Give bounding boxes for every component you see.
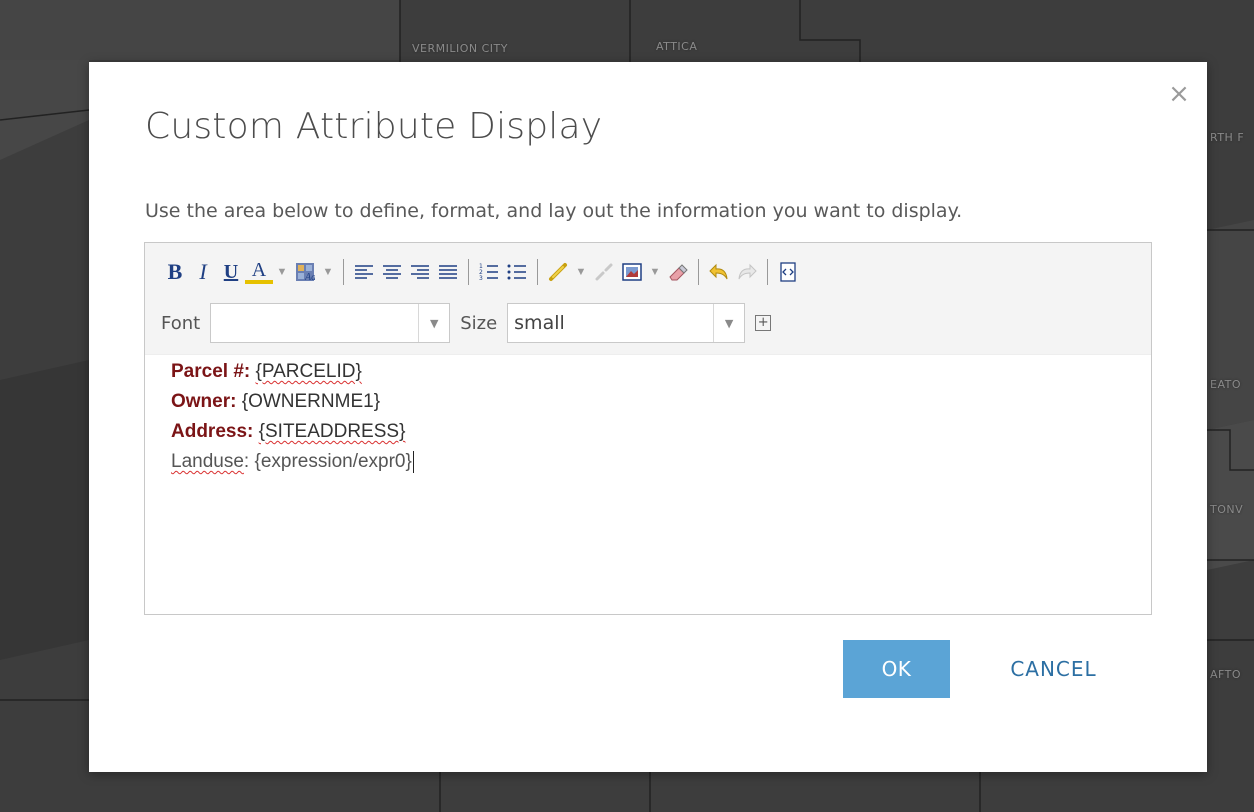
font-value bbox=[211, 304, 418, 342]
map-label: EATO bbox=[1210, 378, 1241, 391]
align-right-icon[interactable] bbox=[406, 259, 434, 285]
custom-attribute-dialog: × Custom Attribute Display Use the area … bbox=[89, 62, 1207, 772]
svg-text:3: 3 bbox=[479, 275, 483, 281]
redo-icon[interactable] bbox=[733, 259, 761, 285]
field-label: Parcel #: bbox=[171, 361, 251, 382]
align-justify-icon[interactable] bbox=[434, 259, 462, 285]
toolbar-separator bbox=[767, 259, 768, 285]
content-line: Address: {SITEADDRESS} bbox=[171, 417, 1141, 447]
link-dropdown-icon[interactable]: ▼ bbox=[572, 259, 590, 285]
font-select[interactable]: ▼ bbox=[210, 303, 451, 343]
editor-toolbar: B I U A ▼ Aa ▼ 1 2 3 ▼ ▼ Font ▼ Size sma… bbox=[145, 243, 1151, 355]
size-label: Size bbox=[460, 312, 498, 334]
field-label: Owner: bbox=[171, 391, 237, 412]
numbered-list-icon[interactable]: 123 bbox=[475, 259, 503, 285]
content-line: Landuse: {expression/expr0} bbox=[171, 447, 1141, 477]
font-label: Font bbox=[161, 312, 201, 334]
image-dropdown-icon[interactable]: ▼ bbox=[646, 259, 664, 285]
dialog-title: Custom Attribute Display bbox=[145, 106, 603, 147]
highlight-dropdown-icon[interactable]: ▼ bbox=[319, 259, 337, 285]
toolbar-separator bbox=[468, 259, 469, 285]
toolbar-separator bbox=[537, 259, 538, 285]
bold-icon[interactable]: B bbox=[161, 259, 189, 285]
chevron-down-icon[interactable]: ▼ bbox=[418, 304, 449, 342]
highlight-icon[interactable]: Aa bbox=[291, 259, 319, 285]
field-token: {expression/expr0} bbox=[254, 451, 412, 472]
toolbar-separator bbox=[343, 259, 344, 285]
insert-image-icon[interactable] bbox=[618, 259, 646, 285]
font-color-icon[interactable]: A bbox=[245, 259, 273, 284]
cancel-button[interactable]: CANCEL bbox=[982, 640, 1125, 698]
underline-icon[interactable]: U bbox=[217, 259, 245, 285]
field-separator: : bbox=[243, 451, 250, 472]
field-token: {SITEADDRESS} bbox=[258, 421, 406, 442]
map-label: AFTO bbox=[1210, 668, 1242, 681]
italic-icon[interactable]: I bbox=[189, 259, 217, 285]
align-center-icon[interactable] bbox=[378, 259, 406, 285]
map-label: ATTICA bbox=[656, 40, 698, 53]
field-token: {PARCELID} bbox=[255, 361, 362, 382]
toolbar-buttons-row: B I U A ▼ Aa ▼ 1 2 3 ▼ ▼ bbox=[161, 257, 802, 287]
field-label: Address: bbox=[171, 421, 254, 442]
view-source-icon[interactable] bbox=[774, 259, 802, 285]
size-value: small bbox=[514, 312, 565, 334]
expand-toolbar-icon[interactable]: + bbox=[755, 315, 772, 331]
field-label: Landuse bbox=[171, 451, 244, 472]
undo-icon[interactable] bbox=[705, 259, 733, 285]
link-icon[interactable] bbox=[544, 259, 572, 285]
ok-button[interactable]: OK bbox=[843, 640, 950, 698]
font-row: Font ▼ Size small ▼ + bbox=[161, 303, 772, 343]
svg-text:Aa: Aa bbox=[304, 272, 315, 282]
content-line: Parcel #: {PARCELID} bbox=[171, 357, 1141, 387]
editor-content[interactable]: Parcel #: {PARCELID} Owner: {OWNERNME1} … bbox=[171, 357, 1141, 604]
toolbar-separator bbox=[698, 259, 699, 285]
content-line: Owner: {OWNERNME1} bbox=[171, 387, 1141, 417]
instructions-text: Use the area below to define, format, an… bbox=[145, 200, 963, 222]
clear-format-icon[interactable] bbox=[664, 259, 692, 285]
field-token: {OWNERNME1} bbox=[241, 391, 381, 412]
text-caret bbox=[412, 450, 414, 473]
map-label: RTH F bbox=[1210, 131, 1245, 144]
map-label: TONV bbox=[1210, 503, 1244, 516]
bulleted-list-icon[interactable] bbox=[503, 259, 531, 285]
font-color-dropdown-icon[interactable]: ▼ bbox=[273, 259, 291, 285]
align-left-icon[interactable] bbox=[350, 259, 378, 285]
map-label: VERMILION CITY bbox=[412, 42, 508, 55]
close-icon[interactable]: × bbox=[1165, 80, 1193, 108]
rich-text-editor: B I U A ▼ Aa ▼ 1 2 3 ▼ ▼ Font ▼ Size sma… bbox=[144, 242, 1152, 615]
size-select[interactable]: small ▼ bbox=[507, 303, 746, 343]
chevron-down-icon[interactable]: ▼ bbox=[713, 304, 744, 342]
unlink-icon[interactable] bbox=[590, 259, 618, 285]
